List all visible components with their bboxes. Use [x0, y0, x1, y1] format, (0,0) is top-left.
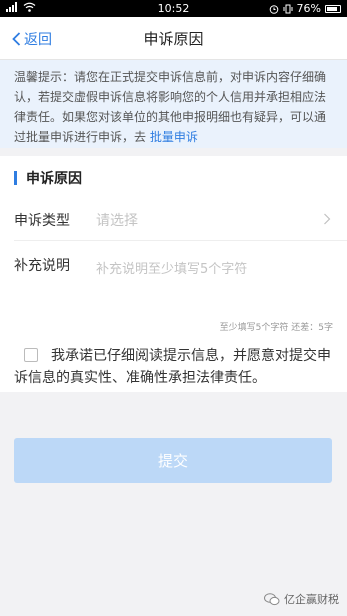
- appeal-type-select[interactable]: 请选择: [96, 210, 323, 230]
- page-title: 申诉原因: [143, 30, 204, 48]
- watermark-text: 亿企赢财税: [284, 593, 339, 606]
- battery-icon: [325, 4, 341, 13]
- battery-percent: 76%: [296, 2, 321, 15]
- section-title: 申诉原因: [26, 171, 82, 187]
- wechat-icon: [264, 592, 280, 605]
- appeal-type-row[interactable]: 申诉类型 请选择: [14, 199, 347, 241]
- vibrate-icon: [283, 4, 293, 13]
- status-right: 76%: [269, 2, 341, 15]
- status-bar: 10:52 76%: [0, 0, 347, 17]
- batch-appeal-link[interactable]: 批量申诉: [150, 130, 198, 144]
- alarm-icon: [269, 4, 278, 14]
- watermark: 亿企赢财税: [264, 591, 339, 607]
- chevron-right-icon: [323, 210, 347, 229]
- note-label: 补充说明: [14, 258, 70, 274]
- note-input[interactable]: [96, 258, 332, 308]
- appeal-type-label: 申诉类型: [14, 212, 70, 229]
- section-accent-bar: [14, 171, 17, 185]
- agreement-section: 我承诺已仔细阅读提示信息，并愿意对提交申诉信息的真实性、准确性承担法律责任。: [0, 342, 347, 392]
- notice-banner: 温馨提示：请您在正式提交申诉信息前，对申诉内容仔细确认，若提交虚假申诉信息将影响…: [0, 60, 347, 148]
- appeal-form: 申诉原因 申诉类型 请选择 补充说明 至少填写5个字符 还差：5字: [0, 156, 347, 342]
- agreement-text: 我承诺已仔细阅读提示信息，并愿意对提交申诉信息的真实性、准确性承担法律责任。: [14, 348, 331, 386]
- submit-button[interactable]: 提交: [14, 438, 332, 483]
- nav-bar: 返回 申诉原因: [0, 17, 347, 60]
- char-counter: 至少填写5个字符 还差：5字: [219, 323, 333, 333]
- section-header: 申诉原因: [14, 170, 82, 187]
